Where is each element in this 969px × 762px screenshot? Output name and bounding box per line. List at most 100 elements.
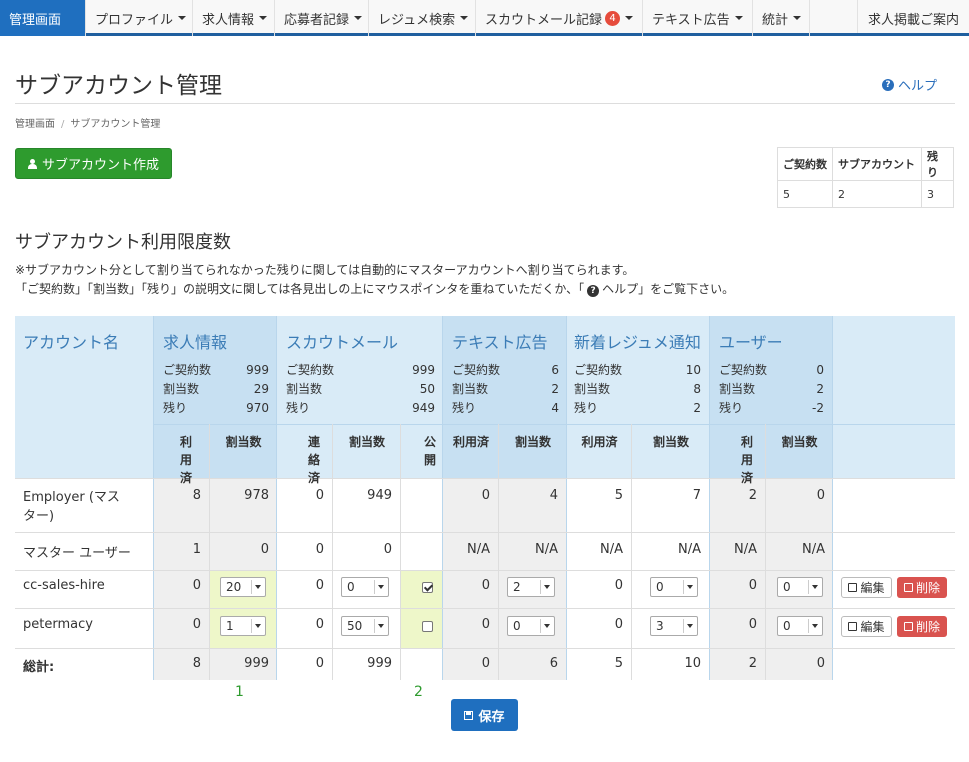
stat-labels-resume: ご契約数 割当数 残り (574, 361, 622, 418)
nav-resume-search-label: レジュメ検索 (378, 12, 456, 28)
textads-assign-select[interactable]: 2 (507, 577, 555, 597)
cell-value: 0 (748, 617, 757, 632)
group-title-textads: テキスト広告 (452, 333, 548, 352)
resume-assign-select[interactable]: 3 (650, 616, 698, 636)
group-title-scout: スカウトメール (286, 333, 399, 352)
section-title: サブアカウント利用限度数 (15, 232, 231, 253)
chevron-down-icon (540, 580, 552, 594)
select-value: 0 (783, 619, 791, 633)
edit-button[interactable]: 編集 (841, 616, 892, 637)
jobs-assign-select[interactable]: 20 (220, 577, 266, 597)
nav-admin-label: 管理画面 (9, 12, 62, 28)
group-title-users: ユーザー (719, 333, 783, 352)
question-icon: ? (587, 285, 600, 297)
cell-value: 978 (244, 488, 269, 503)
create-subaccount-button[interactable]: サブアカウント作成 (15, 148, 172, 179)
caret-down-icon (354, 16, 363, 20)
col-header-textads-used: 利用済 (452, 435, 489, 449)
cell-value: 949 (367, 488, 392, 503)
breadcrumb-admin[interactable]: 管理画面 (15, 119, 55, 130)
account-name-line: ター) (23, 509, 55, 524)
jobs-assign-select[interactable]: 1 (220, 616, 266, 636)
row-sep (15, 532, 955, 533)
stat-values-resume: 10 8 2 (655, 361, 701, 418)
cell-value: 0 (383, 542, 392, 557)
create-subaccount-label: サブアカウント作成 (41, 158, 159, 173)
col-header-users-used: 利用済 (740, 435, 753, 485)
users-assign-select[interactable]: 0 (777, 616, 823, 636)
select-value: 0 (347, 580, 355, 594)
stat-value: -2 (812, 401, 824, 415)
row-sep (15, 478, 955, 479)
cell-value: N/A (802, 542, 825, 557)
delete-button[interactable]: 削除 (897, 577, 947, 598)
resume-assign-select[interactable]: 0 (650, 577, 698, 597)
total-value: 5 (614, 656, 623, 671)
summary-value: 2 (832, 180, 922, 208)
stat-labels-jobs: ご契約数 割当数 残り (163, 361, 211, 418)
delete-button[interactable]: 削除 (897, 616, 947, 637)
col-header-scout-contacted: 連絡済 (307, 435, 320, 485)
breadcrumb: 管理画面 / サブアカウント管理 (15, 115, 160, 130)
chevron-down-icon (540, 619, 552, 633)
edit-icon (848, 583, 858, 592)
stat-label: ご契約数 (286, 363, 335, 377)
delete-label: 削除 (915, 581, 940, 595)
select-value: 20 (226, 580, 242, 594)
group-title-resume: 新着レジュメ通知 (574, 333, 701, 352)
total-value: 8 (192, 656, 201, 671)
public-checkbox[interactable] (422, 582, 433, 593)
scout-assign-select[interactable]: 0 (341, 577, 389, 597)
nav-stats[interactable]: 統計 (753, 0, 810, 36)
nav-jobs[interactable]: 求人情報 (193, 0, 275, 36)
edit-button[interactable]: 編集 (841, 577, 892, 598)
save-label: 保存 (478, 709, 505, 725)
summary-header: ご契約数 (777, 147, 833, 181)
stat-label: 残り (452, 401, 477, 415)
save-button[interactable]: 保存 (451, 699, 518, 731)
stat-value: 29 (253, 382, 269, 396)
nav-job-posting-info[interactable]: 求人掲載ご案内 (858, 0, 969, 36)
nav-text-ads[interactable]: テキスト広告 (643, 0, 753, 36)
total-value: 0 (315, 656, 324, 671)
account-name: cc-sales-hire (23, 578, 105, 593)
account-name-header: アカウント名 (23, 333, 120, 352)
stat-value: 4 (551, 401, 559, 415)
trash-icon (903, 583, 913, 592)
total-value: 10 (684, 656, 701, 671)
question-icon: ? (882, 78, 894, 91)
cell-value: 1 (192, 542, 201, 557)
public-checkbox[interactable] (422, 621, 433, 632)
stat-label: ご契約数 (719, 363, 768, 377)
account-name: マスター ユーザー (23, 546, 131, 561)
cell-value: 0 (315, 617, 324, 632)
col-header-scout-assigned: 割当数 (348, 435, 385, 449)
cell-value: 0 (614, 617, 623, 632)
stat-value: 970 (246, 401, 269, 415)
chevron-down-icon (374, 580, 386, 594)
stat-label: 割当数 (163, 382, 200, 396)
users-assign-select[interactable]: 0 (777, 577, 823, 597)
nav-applicants[interactable]: 応募者記録 (275, 0, 369, 36)
stat-value: 2 (693, 401, 701, 415)
total-value: 0 (481, 656, 490, 671)
total-value: 999 (244, 656, 269, 671)
divider (15, 103, 955, 104)
summary-header: 残り (921, 147, 954, 181)
nav-resume-search[interactable]: レジュメ検索 (369, 0, 476, 36)
nav-scout-mail[interactable]: スカウトメール記録 4 (476, 0, 643, 36)
col-header-scout-public: 公開 (423, 435, 436, 467)
nav-profile[interactable]: プロファイル (86, 0, 193, 36)
cell-value: 0 (614, 578, 623, 593)
help-link[interactable]: ? ヘルプ (882, 75, 937, 94)
summary-table: ご契約数 サブアカウント 残り 5 2 3 (777, 147, 954, 208)
col-header-resume-used: 利用済 (581, 435, 618, 449)
textads-assign-select[interactable]: 0 (507, 616, 555, 636)
top-nav: 管理画面 プロファイル 求人情報 応募者記録 レジュメ検索 スカウトメール記録 4… (0, 0, 969, 36)
scout-assign-select[interactable]: 50 (341, 616, 389, 636)
nav-admin[interactable]: 管理画面 (0, 0, 86, 36)
cell-value: 0 (315, 578, 324, 593)
cell-value: 0 (481, 578, 490, 593)
summary-value: 5 (777, 180, 833, 208)
select-value: 3 (656, 619, 664, 633)
